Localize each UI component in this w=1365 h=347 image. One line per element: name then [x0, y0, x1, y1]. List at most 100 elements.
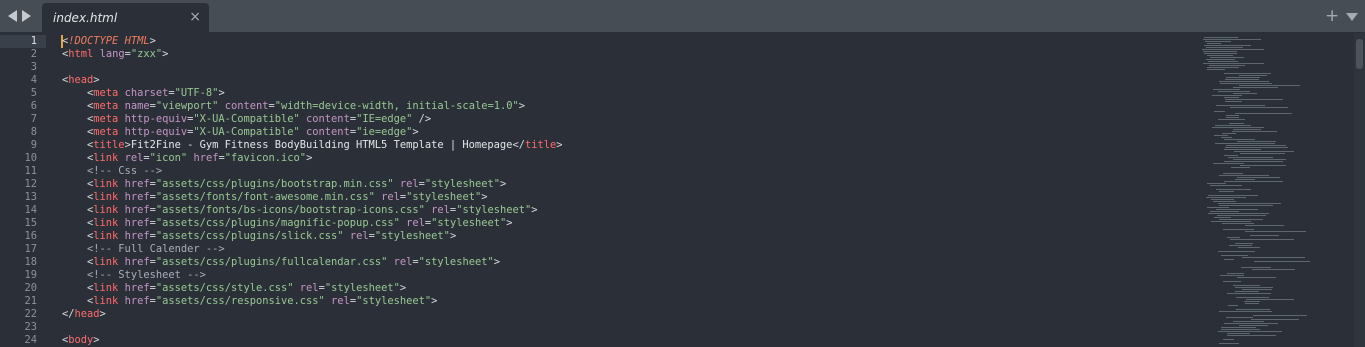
minimap-line: [1218, 175, 1270, 176]
code-token: head: [74, 308, 100, 320]
code-token: <: [62, 204, 94, 216]
code-token: <!-- Css -->: [62, 165, 163, 177]
chevron-down-icon[interactable]: [1346, 13, 1358, 21]
code-token: meta: [93, 87, 119, 99]
code-line[interactable]: </head>: [62, 308, 106, 321]
code-line[interactable]: <title>Fit2Fine - Gym Fitness BodyBuildi…: [62, 139, 563, 152]
code-token: meta: [93, 126, 119, 138]
minimap-line: [1230, 167, 1251, 168]
code-token: "assets/css/responsive.css": [155, 295, 325, 307]
code-token: <: [62, 256, 94, 268]
code-token: name: [124, 100, 150, 112]
minimap-line: [1224, 323, 1278, 324]
minimap-line: [1224, 259, 1235, 260]
code-line[interactable]: <body>: [62, 334, 100, 347]
minimap-line: [1223, 281, 1242, 282]
code-line[interactable]: <link rel="icon" href="favicon.ico">: [62, 152, 312, 165]
minimap-line: [1232, 131, 1278, 132]
minimap-line: [1226, 333, 1251, 334]
code-line[interactable]: <!-- Full Calender -->: [62, 243, 225, 256]
code-token: <: [62, 126, 94, 138]
code-token: "stylesheet": [324, 282, 400, 294]
code-line[interactable]: <link href="assets/css/responsive.css" r…: [62, 295, 437, 308]
minimap-line: [1206, 47, 1244, 48]
code-token: >: [556, 139, 563, 151]
code-line[interactable]: <link href="assets/css/plugins/magnific-…: [62, 217, 513, 230]
code-token: !DOCTYPE HTML: [68, 35, 150, 47]
triangle-right-icon[interactable]: [22, 10, 31, 22]
code-token: link: [93, 256, 119, 268]
code-line[interactable]: <head>: [62, 74, 100, 87]
code-token: >: [531, 204, 538, 216]
code-line[interactable]: <meta charset="UTF-8">: [62, 87, 225, 100]
line-number: 3: [30, 61, 37, 73]
code-line[interactable]: <meta name="viewport" content="width=dev…: [62, 100, 525, 113]
minimap-line: [1218, 91, 1250, 92]
minimap-line: [1209, 65, 1245, 66]
minimap-line: [1218, 311, 1272, 312]
code-line[interactable]: <!-- Css -->: [62, 165, 162, 178]
code-token: head: [68, 74, 94, 86]
minimap-line: [1218, 251, 1255, 252]
scrollbar-thumb[interactable]: [1356, 39, 1363, 69]
code-token: rel: [393, 256, 413, 268]
code-line[interactable]: <link href="assets/fonts/font-awesome.mi…: [62, 191, 487, 204]
code-line[interactable]: <link href="assets/css/style.css" rel="s…: [62, 282, 406, 295]
code-line[interactable]: <html lang="zxx">: [62, 48, 168, 61]
code-token: meta: [93, 113, 119, 125]
minimap-line: [1224, 79, 1259, 80]
code-line[interactable]: <link href="assets/css/plugins/bootstrap…: [62, 178, 506, 191]
minimap-line: [1220, 137, 1233, 138]
code-token: >: [518, 100, 526, 112]
minimap-line: [1237, 277, 1277, 278]
code-line[interactable]: <link href="assets/css/plugins/fullcalen…: [62, 256, 500, 269]
minimap-line: [1206, 67, 1239, 68]
minimap-line: [1209, 185, 1242, 186]
code-line[interactable]: <link href="assets/fonts/bs-icons/bootst…: [62, 204, 538, 217]
code-line[interactable]: <meta http-equiv="X-UA-Compatible" conte…: [62, 126, 419, 139]
code-token: >: [399, 282, 407, 294]
minimap-line: [1219, 83, 1272, 84]
minimap-line: [1212, 95, 1242, 96]
plus-icon[interactable]: +: [1325, 6, 1339, 26]
code-token: "ie=edge": [356, 126, 413, 138]
line-number: 15: [24, 217, 37, 229]
code-token: link: [93, 230, 119, 242]
minimap-line: [1214, 135, 1229, 136]
minimap-line: [1221, 327, 1256, 328]
minimap-line: [1225, 145, 1286, 146]
line-number: 21: [24, 295, 37, 307]
close-icon[interactable]: ×: [189, 9, 201, 25]
code-token: <: [62, 152, 94, 164]
code-line[interactable]: <!DOCTYPE HTML>: [62, 35, 156, 48]
minimap-line: [1216, 189, 1252, 190]
code-line[interactable]: <meta http-equiv="X-UA-Compatible" conte…: [62, 113, 431, 126]
code-line[interactable]: <link href="assets/css/plugins/slick.css…: [62, 230, 456, 243]
minimap-line: [1235, 309, 1271, 310]
minimap-line: [1235, 297, 1269, 298]
code-token: >: [93, 74, 100, 86]
triangle-left-icon[interactable]: [8, 10, 17, 22]
tab-index-html[interactable]: index.html ×: [42, 3, 209, 33]
line-number: 20: [24, 282, 37, 294]
code-token: http-equiv: [124, 113, 188, 125]
code-token: rel: [406, 217, 425, 229]
minimap[interactable]: [1198, 33, 1354, 347]
code-line[interactable]: <!-- Stylesheet -->: [62, 269, 206, 282]
minimap-line: [1219, 205, 1274, 206]
minimap-line: [1224, 161, 1283, 162]
minimap-line: [1219, 219, 1263, 220]
scrollbar-track[interactable]: [1354, 33, 1365, 347]
code-token: link: [93, 191, 119, 203]
code-token: href: [124, 282, 150, 294]
line-number: 11: [24, 165, 37, 177]
code-token: <: [62, 178, 94, 190]
minimap-line: [1234, 243, 1254, 244]
code-token: >: [499, 178, 507, 190]
line-number: 24: [24, 334, 37, 346]
code-editor[interactable]: 1 2 3 4 5 6 7 8 9 10 11 12 13 14 15 16 17 18 19 20 21 22 23 24 …: [0, 33, 1365, 347]
minimap-line: [1239, 153, 1285, 154]
minimap-line: [1220, 275, 1245, 276]
code-token: rel: [349, 230, 369, 242]
code-token: content: [224, 100, 269, 112]
